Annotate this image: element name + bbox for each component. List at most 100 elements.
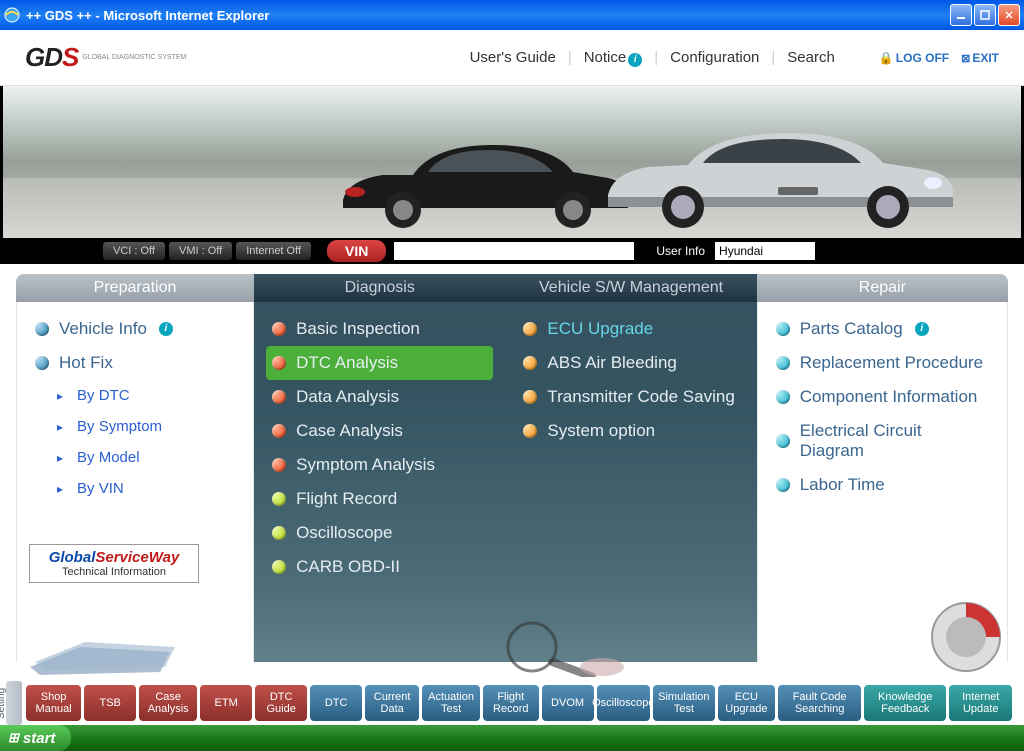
bullet-icon bbox=[272, 458, 286, 472]
menu-abs-air[interactable]: ABS Air Bleeding bbox=[517, 346, 744, 380]
vin-input[interactable] bbox=[394, 242, 634, 260]
bullet-icon bbox=[35, 356, 49, 370]
menu-electrical[interactable]: Electrical Circuit Diagram bbox=[770, 414, 995, 468]
col-head-repair: Repair bbox=[757, 274, 1008, 302]
bullet-icon bbox=[272, 424, 286, 438]
logoff-button[interactable]: 🔒LOG OFF bbox=[879, 51, 949, 65]
bottom-toolbar: Setting Shop Manual TSB Case Analysis ET… bbox=[0, 681, 1024, 725]
btn-fault-code[interactable]: Fault Code Searching bbox=[778, 685, 861, 721]
btn-knowledge[interactable]: Knowledge Feedback bbox=[864, 685, 946, 721]
menu-by-vin[interactable]: By VIN bbox=[29, 473, 241, 504]
menu-transmitter[interactable]: Transmitter Code Saving bbox=[517, 380, 744, 414]
status-bar: VCI : Off VMI : Off Internet Off VIN Use… bbox=[0, 238, 1024, 264]
bullet-icon bbox=[272, 322, 286, 336]
nav-search[interactable]: Search bbox=[787, 49, 835, 66]
setting-label[interactable]: Setting bbox=[0, 688, 7, 719]
menu-by-dtc[interactable]: By DTC bbox=[29, 380, 241, 411]
bullet-icon bbox=[272, 526, 286, 540]
menu-system-option[interactable]: System option bbox=[517, 414, 744, 448]
menu-data-analysis[interactable]: Data Analysis bbox=[266, 380, 493, 414]
bullet-icon bbox=[523, 356, 537, 370]
ie-icon bbox=[4, 7, 20, 23]
menu-flight-record[interactable]: Flight Record bbox=[266, 482, 493, 516]
window-title: ++ GDS ++ - Microsoft Internet Explorer bbox=[26, 8, 950, 23]
col-head-diagnosis: Diagnosis bbox=[254, 274, 505, 302]
windows-icon: ⊞ bbox=[8, 730, 19, 746]
start-button[interactable]: ⊞start bbox=[0, 725, 71, 751]
close-button[interactable] bbox=[998, 4, 1020, 26]
lock-icon: 🔒 bbox=[879, 51, 894, 65]
bullet-icon bbox=[272, 390, 286, 404]
btn-ecu-upgrade-bottom[interactable]: ECU Upgrade bbox=[718, 685, 776, 721]
bullet-icon bbox=[776, 390, 790, 404]
col-head-vehicle-sw: Vehicle S/W Management bbox=[505, 274, 756, 302]
btn-dtc-guide[interactable]: DTC Guide bbox=[255, 685, 307, 721]
menu-component-info[interactable]: Component Information bbox=[770, 380, 995, 414]
magnifier-decoration bbox=[492, 617, 632, 677]
bullet-icon bbox=[776, 322, 790, 336]
banner-image bbox=[0, 86, 1024, 238]
userinfo-input[interactable] bbox=[715, 242, 815, 260]
bullet-icon bbox=[523, 424, 537, 438]
logo-subtitle: GLOBAL DIAGNOSTIC SYSTEM bbox=[82, 54, 186, 61]
bullet-icon bbox=[776, 356, 790, 370]
x-icon: ⊠ bbox=[961, 53, 970, 65]
menu-ecu-upgrade[interactable]: ECU Upgrade bbox=[517, 312, 744, 346]
btn-shop-manual[interactable]: Shop Manual bbox=[26, 685, 81, 721]
menu-case-analysis[interactable]: Case Analysis bbox=[266, 414, 493, 448]
bullet-icon bbox=[776, 478, 790, 492]
bullet-icon bbox=[523, 322, 537, 336]
menu-symptom-analysis[interactable]: Symptom Analysis bbox=[266, 448, 493, 482]
brake-decoration bbox=[926, 597, 1006, 677]
btn-internet-update[interactable]: Internet Update bbox=[949, 685, 1012, 721]
bullet-icon bbox=[776, 434, 790, 448]
vmi-status: VMI : Off bbox=[169, 242, 232, 260]
btn-actuation-test[interactable]: Actuation Test bbox=[422, 685, 480, 721]
btn-oscilloscope-bottom[interactable]: Oscilloscope bbox=[597, 685, 651, 721]
col-head-preparation: Preparation bbox=[16, 274, 254, 302]
main-content: Preparation Vehicle Info i Hot Fix By DT… bbox=[0, 264, 1024, 659]
bullet-icon bbox=[272, 560, 286, 574]
nav-notice[interactable]: Noticei bbox=[584, 49, 643, 67]
btn-flight-record[interactable]: Flight Record bbox=[483, 685, 539, 721]
car-silver bbox=[593, 115, 963, 230]
menu-hot-fix[interactable]: Hot Fix bbox=[29, 346, 241, 380]
menu-parts-catalog[interactable]: Parts Catalogi bbox=[770, 312, 995, 346]
minimize-button[interactable] bbox=[950, 4, 972, 26]
menu-oscilloscope[interactable]: Oscilloscope bbox=[266, 516, 493, 550]
gsw-box[interactable]: GlobalServiceWay Technical Information bbox=[29, 544, 199, 583]
info-icon: i bbox=[915, 322, 929, 336]
vci-status: VCI : Off bbox=[103, 242, 165, 260]
maximize-button[interactable] bbox=[974, 4, 996, 26]
btn-case-analysis[interactable]: Case Analysis bbox=[139, 685, 197, 721]
nav-configuration[interactable]: Configuration bbox=[670, 49, 759, 66]
menu-by-model[interactable]: By Model bbox=[29, 442, 241, 473]
app-header: GDS GLOBAL DIAGNOSTIC SYSTEM User's Guid… bbox=[0, 30, 1024, 86]
books-decoration bbox=[20, 617, 200, 677]
info-icon: i bbox=[628, 53, 642, 67]
exit-button[interactable]: ⊠EXIT bbox=[961, 51, 999, 65]
btn-dvom[interactable]: DVOM bbox=[542, 685, 594, 721]
bullet-icon bbox=[523, 390, 537, 404]
userinfo-label: User Info bbox=[656, 244, 705, 258]
btn-tsb[interactable]: TSB bbox=[84, 685, 136, 721]
menu-replacement[interactable]: Replacement Procedure bbox=[770, 346, 995, 380]
menu-basic-inspection[interactable]: Basic Inspection bbox=[266, 312, 493, 346]
menu-vehicle-info[interactable]: Vehicle Info i bbox=[29, 312, 241, 346]
gds-logo: GDS GLOBAL DIAGNOSTIC SYSTEM bbox=[25, 42, 186, 73]
btn-current-data[interactable]: Current Data bbox=[365, 685, 419, 721]
internet-status: Internet Off bbox=[236, 242, 311, 260]
info-icon: i bbox=[159, 322, 173, 336]
menu-labor-time[interactable]: Labor Time bbox=[770, 468, 995, 502]
menu-dtc-analysis[interactable]: DTC Analysis bbox=[266, 346, 493, 380]
menu-carb-obd[interactable]: CARB OBD-II bbox=[266, 550, 493, 584]
bullet-icon bbox=[272, 492, 286, 506]
nav-users-guide[interactable]: User's Guide bbox=[470, 49, 556, 66]
btn-etm[interactable]: ETM bbox=[200, 685, 252, 721]
menu-by-symptom[interactable]: By Symptom bbox=[29, 411, 241, 442]
btn-simulation-test[interactable]: Simulation Test bbox=[653, 685, 715, 721]
bullet-icon bbox=[272, 356, 286, 370]
vin-label: VIN bbox=[327, 240, 386, 262]
windows-taskbar: ⊞start bbox=[0, 725, 1024, 751]
btn-dtc[interactable]: DTC bbox=[310, 685, 362, 721]
